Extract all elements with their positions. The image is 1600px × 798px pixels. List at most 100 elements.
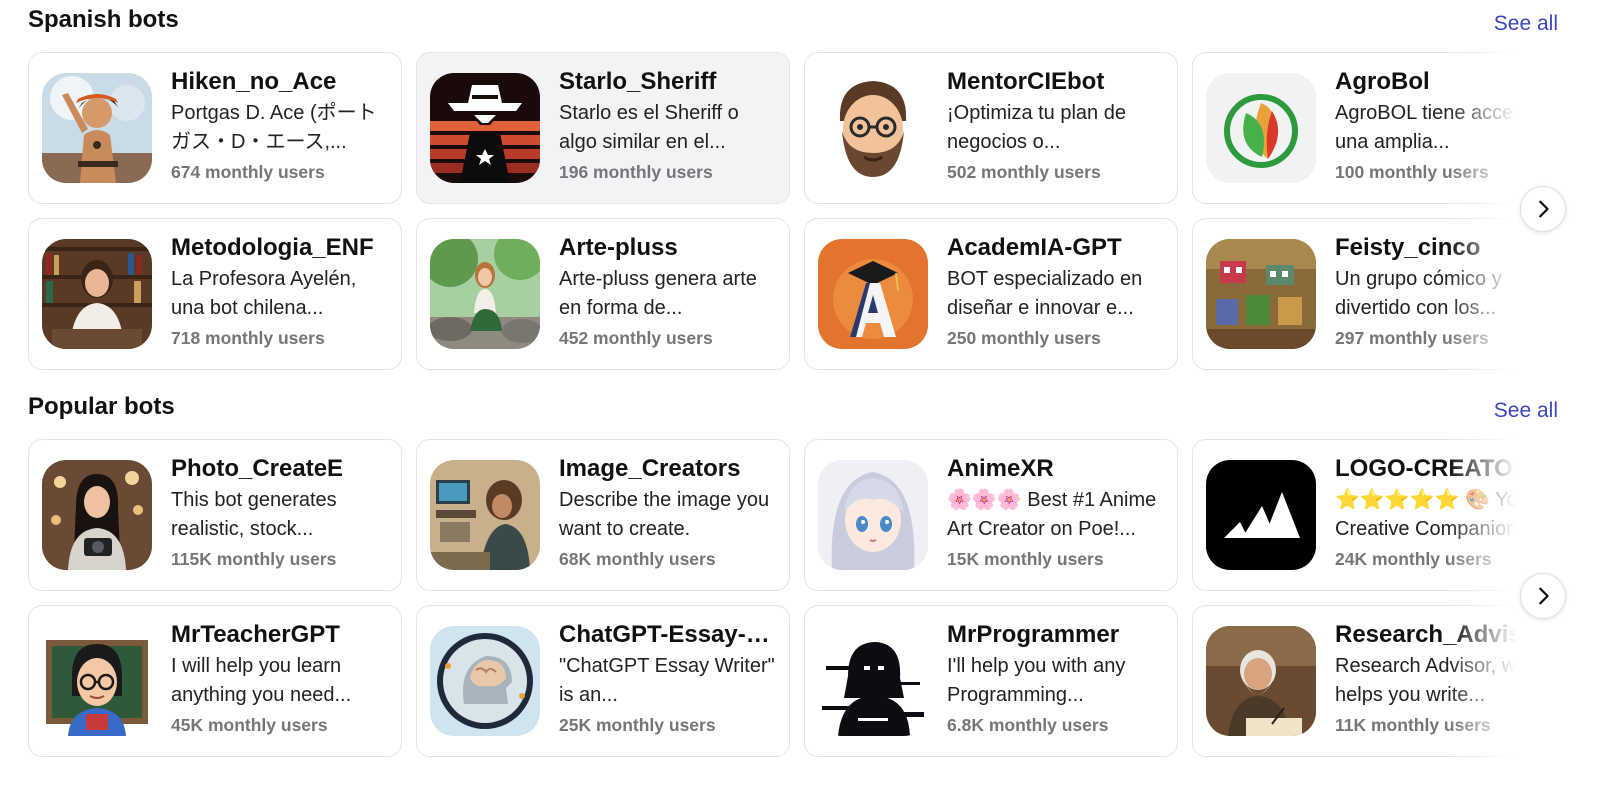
bot-name: Research_Advisor	[1335, 621, 1528, 648]
monthly-users: 24K monthly users	[1335, 549, 1492, 569]
bot-name: Hiken_no_Ace	[171, 68, 337, 95]
section-header: Popular bots See all	[28, 387, 1568, 431]
leaf-logo-avatar	[1206, 73, 1316, 183]
see-all-link[interactable]: See all	[1494, 12, 1558, 36]
carousel-viewport: Hiken_no_Ace Portgas D. Ace (ポートガス・D・エース…	[28, 52, 1528, 370]
bot-description: "ChatGPT Essay Writer" is an...	[559, 655, 775, 706]
spanish-bots-section: Spanish bots See all Hiken_no_Ace Portga…	[28, 0, 1568, 370]
bot-card[interactable]: AgroBol AgroBOL tiene acceso a una ampli…	[1192, 52, 1528, 204]
bot-card[interactable]: ChatGPT-Essay-Writer "ChatGPT Essay Writ…	[416, 605, 790, 757]
anime-girl-avatar	[818, 460, 928, 570]
bot-description: Starlo es el Sheriff o algo similar en e…	[559, 102, 739, 153]
carousel-viewport: Photo_CreateE This bot generates realist…	[28, 439, 1528, 757]
bot-description: Research Advisor, which helps you write.…	[1335, 655, 1528, 706]
monthly-users: 11K monthly users	[1335, 715, 1491, 735]
bot-card[interactable]: Starlo_Sheriff Starlo es el Sheriff o al…	[416, 52, 790, 204]
old-scholar-avatar	[1206, 626, 1316, 736]
bot-card[interactable]: Image_Creators Describe the image you wa…	[416, 439, 790, 591]
bot-name: ChatGPT-Essay-Writer	[559, 621, 781, 648]
woman-forest-avatar	[430, 239, 540, 349]
photographer-avatar	[42, 460, 152, 570]
popular-bots-section: Popular bots See all Photo_CreateE This …	[28, 387, 1568, 757]
three-stripes-logo-avatar	[1206, 460, 1316, 570]
bot-name: Image_Creators	[559, 455, 741, 482]
see-all-link[interactable]: See all	[1494, 399, 1558, 423]
monthly-users: 452 monthly users	[559, 328, 713, 348]
carousel-next-button[interactable]	[1520, 573, 1566, 619]
bot-description: AgroBOL tiene acceso a una amplia...	[1335, 102, 1528, 153]
bot-card[interactable]: Photo_CreateE This bot generates realist…	[28, 439, 402, 591]
bearded-man-emoji-avatar	[818, 73, 928, 183]
monthly-users: 6.8K monthly users	[947, 715, 1109, 735]
bot-info: AcademIA-GPT BOT especializado en diseña…	[947, 233, 1169, 349]
chevron-right-icon	[1539, 587, 1549, 605]
bot-description: ⭐⭐⭐⭐⭐ 🎨 Your Creative Companion...	[1335, 489, 1528, 540]
teacher-library-avatar	[42, 239, 152, 349]
carousel-next-button[interactable]	[1520, 186, 1566, 232]
monthly-users: 674 monthly users	[171, 162, 325, 182]
bot-description: Un grupo cómico y divertido con los...	[1335, 268, 1502, 319]
bot-card[interactable]: MentorCIEbot ¡Optimiza tu plan de negoci…	[804, 52, 1178, 204]
bot-card[interactable]: Research_Advisor Research Advisor, which…	[1192, 605, 1528, 757]
bot-card[interactable]: MrTeacherGPT I will help you learn anyth…	[28, 605, 402, 757]
bot-card[interactable]: MrProgrammer I'll help you with any Prog…	[804, 605, 1178, 757]
bot-card[interactable]: Arte-pluss Arte-pluss genera arte en for…	[416, 218, 790, 370]
monthly-users: 718 monthly users	[171, 328, 325, 348]
pixel-characters-avatar	[1206, 239, 1316, 349]
bot-info: Photo_CreateE This bot generates realist…	[171, 454, 393, 570]
section-title: Popular bots	[28, 393, 175, 420]
monthly-users: 68K monthly users	[559, 549, 716, 569]
pixel-sheriff-avatar	[430, 73, 540, 183]
bot-description: La Profesora Ayelén, una bot chilena...	[171, 268, 357, 319]
bot-description: I will help you learn anything you need.…	[171, 655, 352, 706]
section-title: Spanish bots	[28, 6, 179, 33]
bot-carousel: Hiken_no_Ace Portgas D. Ace (ポートガス・D・エース…	[28, 52, 1568, 370]
bot-info: Research_Advisor Research Advisor, which…	[1335, 620, 1528, 736]
artist-studio-avatar	[430, 460, 540, 570]
monthly-users: 15K monthly users	[947, 549, 1104, 569]
glitch-hacker-avatar	[818, 626, 928, 736]
bot-description: I'll help you with any Programming...	[947, 655, 1126, 706]
bot-name: Photo_CreateE	[171, 455, 344, 482]
bot-name: MrTeacherGPT	[171, 621, 340, 648]
monthly-users: 100 monthly users	[1335, 162, 1489, 182]
bot-description: This bot generates realistic, stock...	[171, 489, 337, 540]
monthly-users: 25K monthly users	[559, 715, 716, 735]
bot-info: ChatGPT-Essay-Writer "ChatGPT Essay Writ…	[559, 620, 781, 736]
monthly-users: 115K monthly users	[171, 549, 337, 569]
bot-info: LOGO-CREATOR ⭐⭐⭐⭐⭐ 🎨 Your Creative Compa…	[1335, 454, 1528, 570]
bot-info: Metodologia_ENF La Profesora Ayelén, una…	[171, 233, 393, 349]
bot-info: Hiken_no_Ace Portgas D. Ace (ポートガス・D・エース…	[171, 67, 393, 183]
bot-card[interactable]: Hiken_no_Ace Portgas D. Ace (ポートガス・D・エース…	[28, 52, 402, 204]
bot-info: Feisty_cinco Un grupo cómico y divertido…	[1335, 233, 1528, 349]
graduation-letter-a-avatar	[818, 239, 928, 349]
bot-info: Arte-pluss Arte-pluss genera arte en for…	[559, 233, 781, 349]
monthly-users: 45K monthly users	[171, 715, 328, 735]
bot-name: MrProgrammer	[947, 621, 1120, 648]
bot-card[interactable]: AcademIA-GPT BOT especializado en diseña…	[804, 218, 1178, 370]
chevron-right-icon	[1539, 200, 1549, 218]
bot-card[interactable]: Metodologia_ENF La Profesora Ayelén, una…	[28, 218, 402, 370]
monthly-users: 196 monthly users	[559, 162, 713, 182]
bot-description: 🌸🌸🌸 Best #1 Anime Art Creator on Poe!...	[947, 489, 1157, 540]
bot-info: Image_Creators Describe the image you wa…	[559, 454, 781, 570]
bot-info: AnimeXR 🌸🌸🌸 Best #1 Anime Art Creator on…	[947, 454, 1169, 570]
bot-name: AgroBol	[1335, 68, 1430, 95]
bot-info: MrProgrammer I'll help you with any Prog…	[947, 620, 1169, 736]
bot-name: Metodologia_ENF	[171, 234, 374, 261]
bot-card[interactable]: Feisty_cinco Un grupo cómico y divertido…	[1192, 218, 1528, 370]
bot-card[interactable]: LOGO-CREATOR ⭐⭐⭐⭐⭐ 🎨 Your Creative Compa…	[1192, 439, 1528, 591]
teacher-emoji-avatar	[42, 626, 152, 736]
brain-head-avatar	[430, 626, 540, 736]
bot-carousel: Photo_CreateE This bot generates realist…	[28, 439, 1568, 757]
bot-grid: Photo_CreateE This bot generates realist…	[28, 439, 1528, 757]
bot-name: Feisty_cinco	[1335, 234, 1481, 261]
bot-description: ¡Optimiza tu plan de negocios o...	[947, 102, 1126, 153]
bot-name: AnimeXR	[947, 455, 1054, 482]
bot-description: Describe the image you want to create.	[559, 489, 770, 540]
bot-description: Portgas D. Ace (ポートガス・D・エース,...	[171, 102, 377, 153]
bot-info: MrTeacherGPT I will help you learn anyth…	[171, 620, 393, 736]
bot-card[interactable]: AnimeXR 🌸🌸🌸 Best #1 Anime Art Creator on…	[804, 439, 1178, 591]
monthly-users: 250 monthly users	[947, 328, 1101, 348]
bot-name: LOGO-CREATOR	[1335, 455, 1528, 482]
